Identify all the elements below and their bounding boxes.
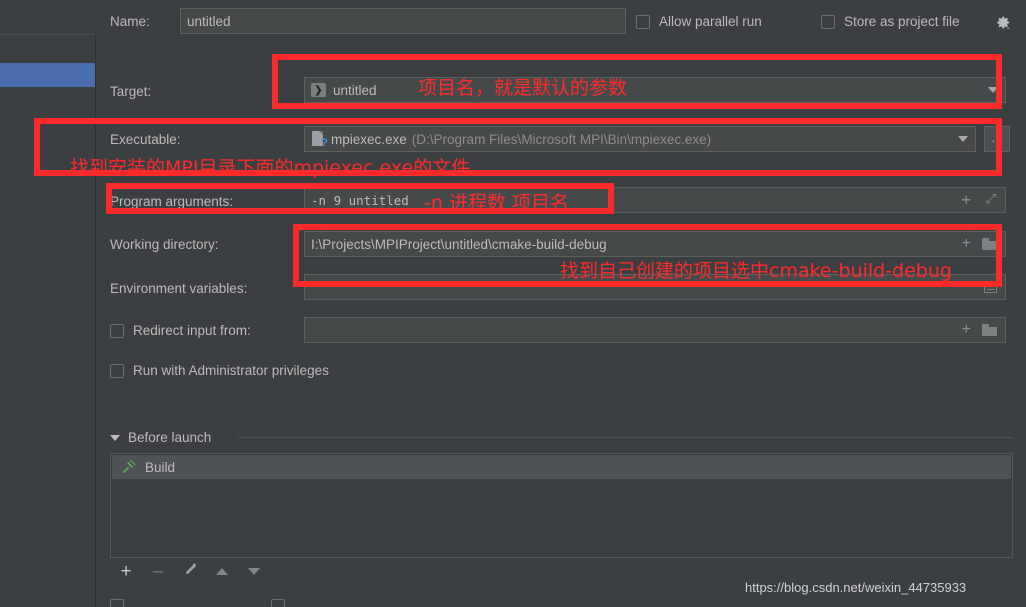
env-browse-icon[interactable] <box>984 281 997 293</box>
program-arguments-value: -n 9 untitled <box>311 192 409 208</box>
store-as-project-file-box[interactable] <box>821 14 835 29</box>
folder-icon[interactable] <box>982 238 997 250</box>
configurations-tree-panel[interactable] <box>0 34 96 607</box>
allow-parallel-run-label: Allow parallel run <box>659 14 762 29</box>
hammer-icon <box>120 459 137 475</box>
list-item[interactable]: Build <box>112 455 1011 479</box>
redirect-input-label: Redirect input from: <box>133 323 251 338</box>
folder-icon[interactable] <box>982 324 997 336</box>
target-label-wrap: Target: <box>110 84 151 99</box>
store-as-project-file-checkbox[interactable]: Store as project file <box>821 14 960 29</box>
list-item-label: Build <box>145 459 176 475</box>
run-with-admin-checkbox[interactable]: Run with Administrator privileges <box>110 363 329 378</box>
executable-combobox[interactable]: ? mpiexec.exe (D:\Program Files\Microsof… <box>304 126 976 152</box>
annotation-executable-note: 找到安装的MPI目录下面的mpiexec.exe的文件 <box>70 157 471 179</box>
name-input-value: untitled <box>187 13 231 29</box>
add-button[interactable]: + <box>110 558 142 584</box>
watermark: https://blog.csdn.net/weixin_44735933 <box>745 580 967 595</box>
before-launch-list[interactable]: Build <box>110 453 1013 558</box>
executable-label-wrap: Executable: <box>110 132 181 147</box>
triangle-up-icon <box>216 567 228 575</box>
before-launch-title: Before launch <box>128 430 212 445</box>
program-arguments-input[interactable]: -n 9 untitled + ⤢ <box>304 187 1006 213</box>
allow-parallel-run-checkbox[interactable]: Allow parallel run <box>636 14 762 29</box>
insert-macro-icon[interactable]: + <box>962 236 971 252</box>
executable-label: Executable: <box>110 132 181 147</box>
redirect-input-box[interactable] <box>110 323 124 338</box>
triangle-down-icon <box>248 567 260 575</box>
insert-macro-icon[interactable]: + <box>961 192 971 208</box>
executable-browse-button[interactable]: ... <box>984 126 1010 152</box>
insert-macro-icon[interactable]: + <box>962 322 971 338</box>
edit-button[interactable] <box>174 558 206 584</box>
executable-path: (D:\Program Files\Microsoft MPI\Bin\mpie… <box>411 131 712 147</box>
program-arguments-label-wrap: Program arguments: <box>110 194 233 209</box>
annotation-target-note: 项目名，就是默认的参数 <box>418 77 628 99</box>
annotation-workdir-note: 找到自己创建的项目选中cmake-build-debug <box>560 260 952 282</box>
chevron-down-icon[interactable] <box>958 136 968 142</box>
redirect-input-field[interactable]: + <box>304 317 1006 343</box>
name-label: Name: <box>110 14 150 29</box>
target-label: Target: <box>110 84 152 99</box>
environment-variables-label: Environment variables: <box>110 281 248 296</box>
before-launch-header[interactable]: Before launch <box>110 430 211 445</box>
before-launch-toolbar: + – <box>110 558 270 584</box>
allow-parallel-run-box[interactable] <box>636 14 650 29</box>
executable-value: mpiexec.exe <box>331 131 407 147</box>
run-with-admin-box[interactable] <box>110 363 124 378</box>
expand-icon[interactable]: ⤢ <box>986 193 996 206</box>
working-directory-input[interactable]: I:\Projects\MPIProject\untitled\cmake-bu… <box>304 231 1006 257</box>
environment-variables-label-wrap: Environment variables: <box>110 281 247 296</box>
annotation-args-note: -n 进程数 项目名 <box>424 192 569 214</box>
move-up-button[interactable] <box>206 558 238 584</box>
run-configuration-dialog: Name: untitled Allow parallel run Store … <box>0 0 1026 607</box>
gear-icon[interactable] <box>996 15 1011 30</box>
before-launch-divider <box>238 437 1013 438</box>
move-down-button[interactable] <box>238 558 270 584</box>
redirect-input-checkbox[interactable]: Redirect input from: <box>110 323 251 338</box>
program-arguments-label: Program arguments: <box>110 194 234 209</box>
run-with-admin-label: Run with Administrator privileges <box>133 363 329 378</box>
unknown-file-icon: ? <box>311 131 328 149</box>
target-combobox[interactable]: ❯ untitled <box>304 77 1006 103</box>
run-configuration-icon: ❯ <box>311 83 326 97</box>
store-as-project-file-label: Store as project file <box>844 14 960 29</box>
chevron-down-icon[interactable] <box>988 87 998 93</box>
working-directory-value: I:\Projects\MPIProject\untitled\cmake-bu… <box>311 236 607 252</box>
remove-button[interactable]: – <box>142 558 174 584</box>
show-this-page-checkbox[interactable] <box>110 599 124 607</box>
working-directory-label: Working directory: <box>110 237 219 252</box>
pencil-icon <box>182 562 198 581</box>
name-input[interactable]: untitled <box>180 8 626 34</box>
name-label-wrap: Name: <box>110 14 150 29</box>
working-directory-label-wrap: Working directory: <box>110 237 219 252</box>
triangle-down-icon[interactable] <box>110 434 120 441</box>
tree-selected-item[interactable] <box>0 63 95 87</box>
activate-tool-window-checkbox[interactable] <box>271 599 285 607</box>
target-value: untitled <box>333 82 377 98</box>
